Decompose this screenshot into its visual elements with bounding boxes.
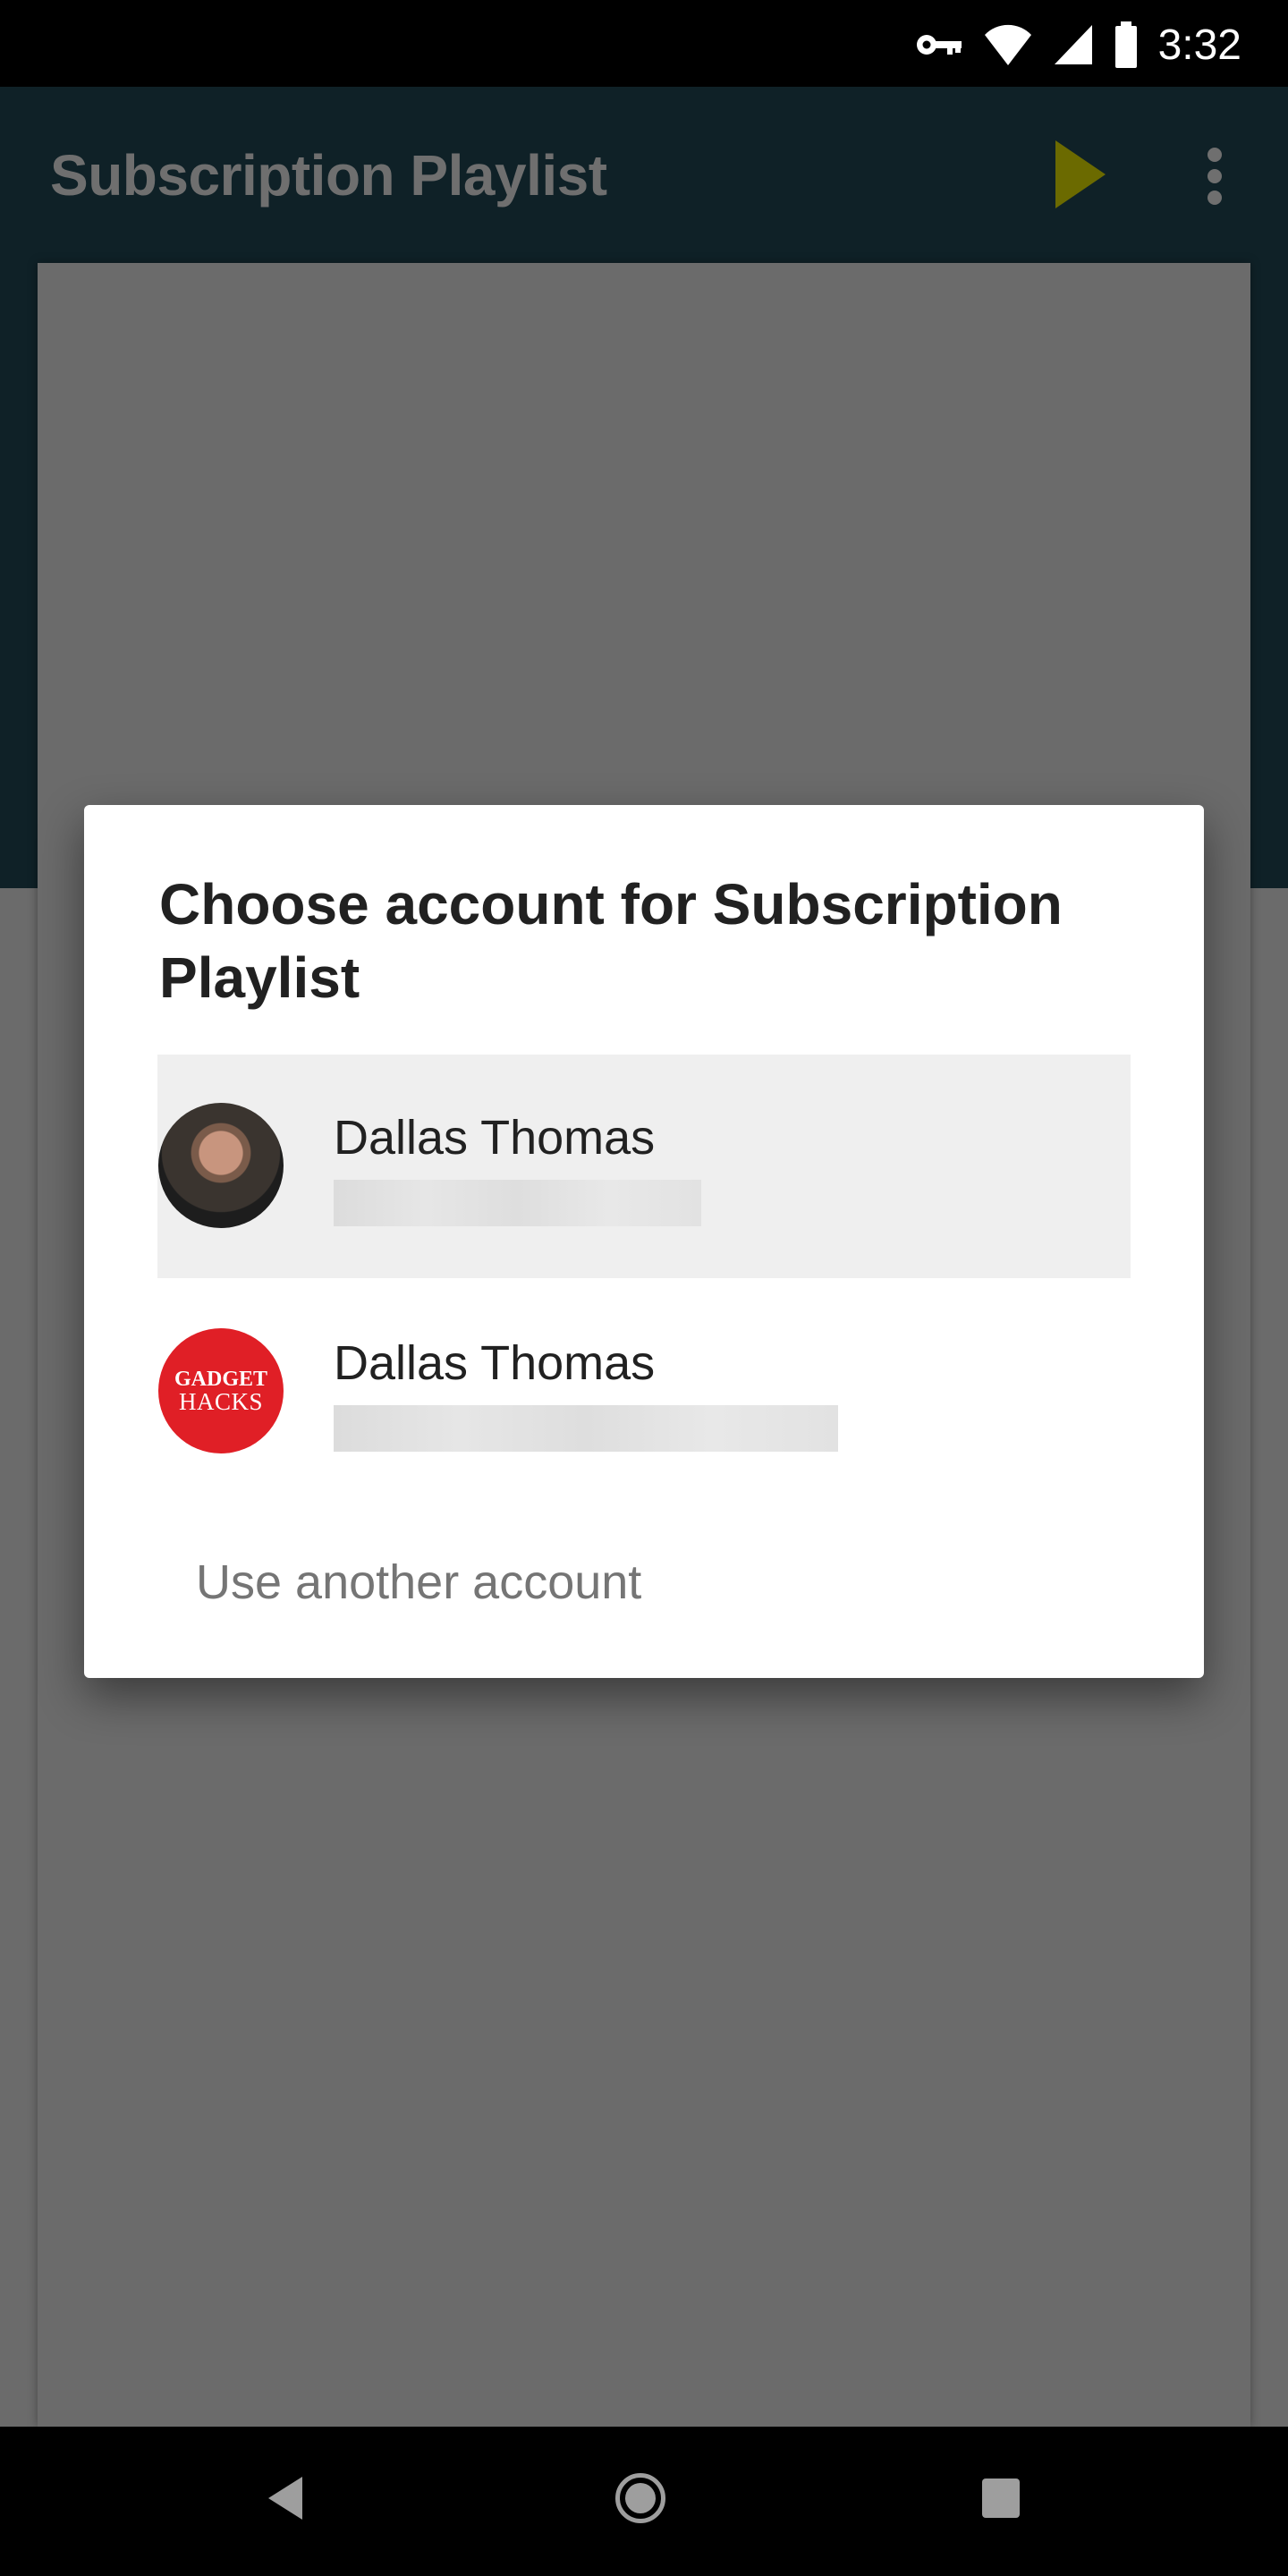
navigation-bar: [0, 2427, 1288, 2576]
home-icon[interactable]: [615, 2473, 665, 2523]
wifi-icon: [984, 24, 1031, 65]
app-bar: Subscription Playlist: [0, 87, 1288, 263]
back-icon[interactable]: [268, 2477, 302, 2520]
vpn-key-icon: [916, 35, 962, 55]
account-email-redacted: [334, 1405, 838, 1452]
account-row[interactable]: GADGET HACKS Dallas Thomas: [157, 1280, 1131, 1504]
account-name: Dallas Thomas: [334, 1111, 656, 1165]
recents-icon[interactable]: [982, 2479, 1020, 2518]
account-name: Dallas Thomas: [334, 1336, 656, 1390]
avatar: [158, 1103, 284, 1228]
brand-logo-top: GADGET: [174, 1367, 267, 1391]
use-another-account-button[interactable]: Use another account: [196, 1555, 641, 1610]
status-icons: 3:32: [915, 18, 1241, 72]
brand-logo-bottom: HACKS: [178, 1387, 264, 1415]
account-row[interactable]: Dallas Thomas: [157, 1055, 1131, 1278]
overflow-menu-icon[interactable]: [1208, 148, 1222, 205]
play-icon[interactable]: [1055, 140, 1106, 208]
app-title: Subscription Playlist: [50, 143, 607, 208]
account-email-redacted: [334, 1180, 701, 1226]
battery-icon: [1114, 21, 1137, 68]
status-time: 3:32: [1157, 21, 1241, 69]
status-bar: 3:32: [0, 0, 1288, 87]
choose-account-dialog: Choose account for Subscription Playlist…: [84, 805, 1204, 1678]
cell-signal-icon: [1054, 25, 1092, 64]
dialog-title: Choose account for Subscription Playlist: [159, 872, 1063, 1010]
avatar: GADGET HACKS: [158, 1328, 284, 1453]
